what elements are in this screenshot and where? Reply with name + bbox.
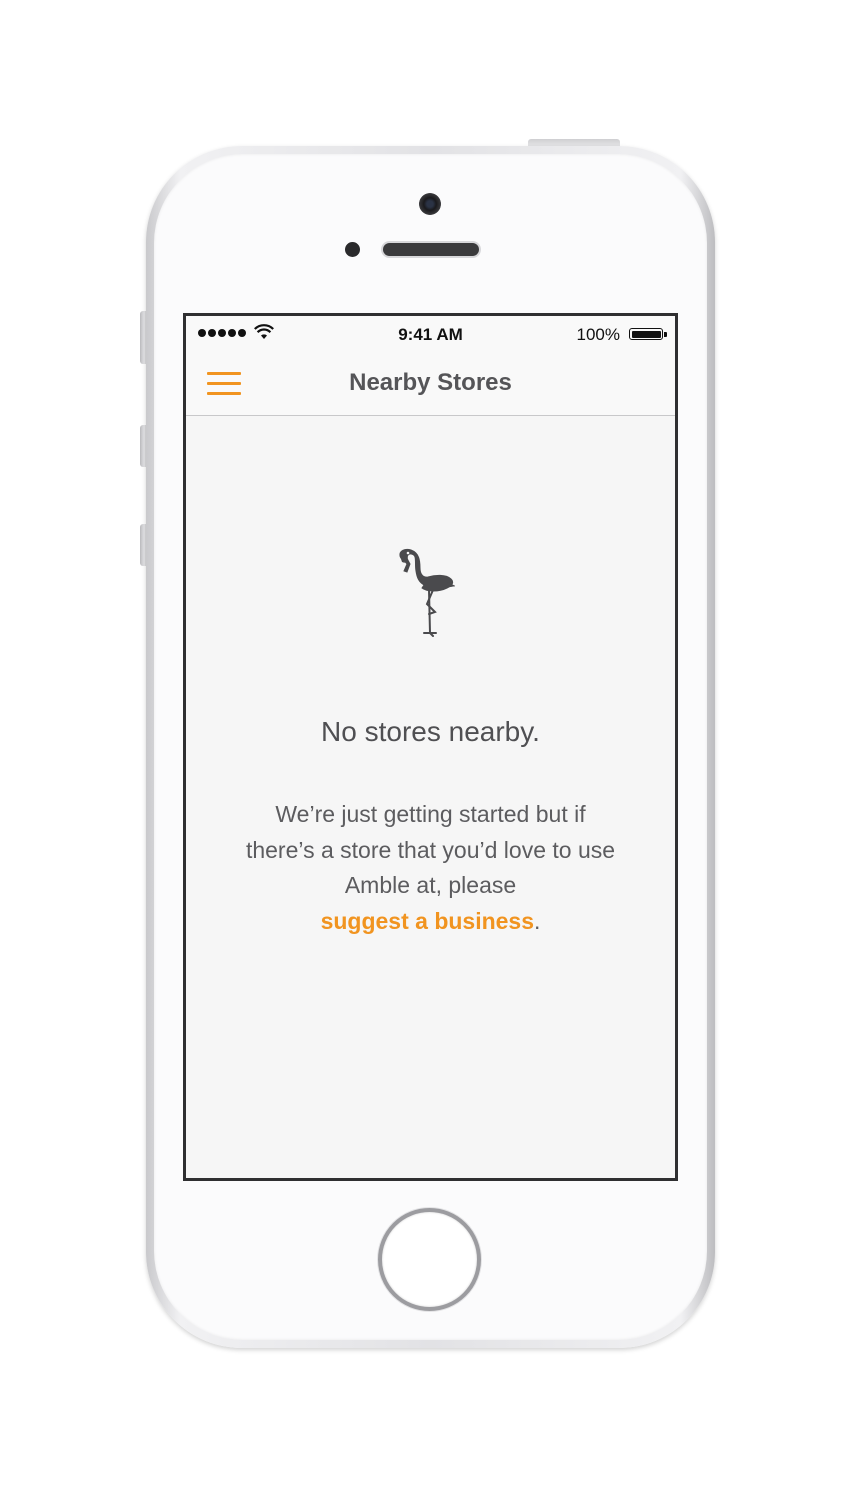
app-screen: 9:41 AM 100% Nearby Stores No stores nea… [183, 313, 678, 1181]
home-button[interactable] [378, 1208, 481, 1311]
empty-state-message: We’re just getting started but if there’… [216, 797, 645, 939]
suggest-business-link[interactable]: suggest a business [321, 908, 534, 934]
message-line-3: Amble at, please [344, 872, 517, 898]
empty-state-title: No stores nearby. [321, 716, 540, 747]
flamingo-icon [399, 548, 456, 637]
device-stage: 9:41 AM 100% Nearby Stores No stores nea… [0, 0, 855, 1500]
battery-percentage: 100% [576, 325, 620, 344]
status-bar: 9:41 AM 100% [186, 316, 675, 354]
message-period: . [534, 907, 541, 934]
battery-icon [629, 328, 667, 340]
page-title: Nearby Stores [349, 369, 512, 396]
message-line-2: there’s a store that you’d love to use [245, 836, 616, 863]
front-camera [419, 193, 441, 215]
earpiece-speaker [383, 243, 479, 256]
navigation-bar: Nearby Stores [186, 354, 675, 416]
message-line-1: We’re just getting started but if [275, 801, 586, 827]
proximity-sensor [345, 242, 360, 257]
